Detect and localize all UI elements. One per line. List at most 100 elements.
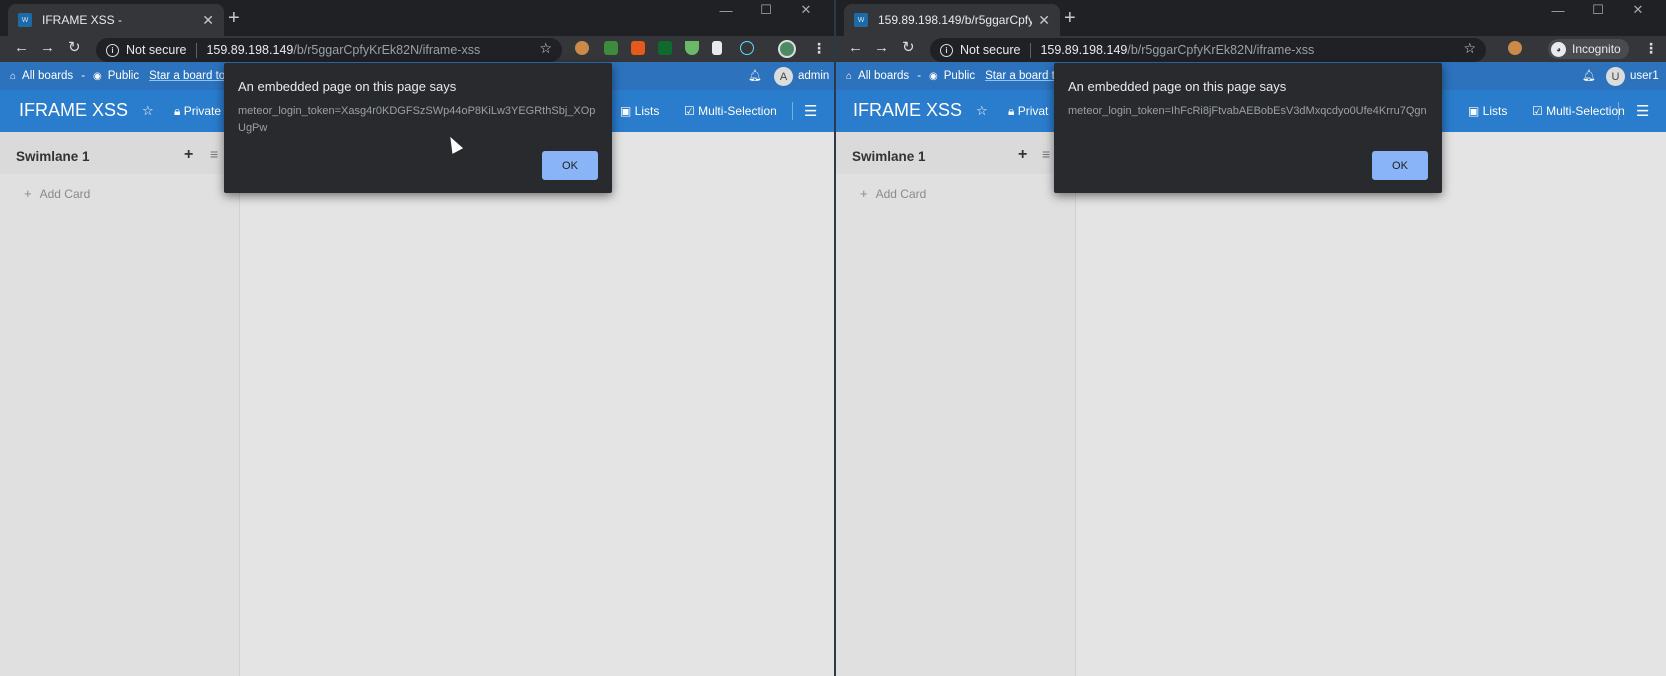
minimize-icon[interactable]: — xyxy=(1538,3,1578,18)
lists-area xyxy=(1076,132,1666,676)
alert-dialog: An embedded page on this page says meteo… xyxy=(1054,63,1442,193)
avatar[interactable]: U xyxy=(1606,67,1625,86)
swimlane-title[interactable]: Swimlane 1 xyxy=(16,149,90,164)
star-board-icon[interactable]: ☆ xyxy=(976,103,988,119)
reload-icon[interactable]: ↻ xyxy=(68,39,81,57)
funnel-extension-icon[interactable] xyxy=(685,41,699,55)
user-name[interactable]: admin xyxy=(798,70,829,82)
board-title[interactable]: IFRAME XSS xyxy=(853,100,962,121)
forward-icon[interactable]: → xyxy=(40,39,55,57)
add-card-button[interactable]: + Add Card xyxy=(24,186,90,201)
multi-selection-label: Multi-Selection xyxy=(1546,104,1625,118)
address-bar[interactable]: i Not secure 159.89.198.149 /b/r5ggarCpf… xyxy=(930,38,1486,62)
browser-tab[interactable]: W IFRAME XSS - ✕ xyxy=(8,4,224,36)
address-bar[interactable]: i Not secure 159.89.198.149 /b/r5ggarCpf… xyxy=(96,38,562,62)
url-separator xyxy=(196,42,198,58)
hamburger-menu-icon[interactable]: ☰ xyxy=(1636,102,1649,120)
swimlane-header: Swimlane 1 + ≡ xyxy=(0,132,240,174)
star-board-icon[interactable]: ☆ xyxy=(142,103,154,119)
close-window-icon[interactable]: ✕ xyxy=(786,2,826,18)
avatar[interactable]: A xyxy=(774,67,793,86)
browser-menu-icon[interactable]: ⋮ xyxy=(812,40,826,57)
add-list-icon[interactable]: + xyxy=(184,146,193,164)
close-tab-icon[interactable]: ✕ xyxy=(1038,12,1050,29)
window-controls: — ☐ ✕ xyxy=(706,2,826,18)
cookie-extension-icon[interactable] xyxy=(1508,41,1522,55)
swimlane-title[interactable]: Swimlane 1 xyxy=(852,149,926,164)
hamburger-menu-icon[interactable]: ☰ xyxy=(804,102,817,120)
not-secure-label: Not secure xyxy=(960,43,1021,57)
ok-button[interactable]: OK xyxy=(542,151,598,180)
all-boards-link[interactable]: All boards xyxy=(858,70,909,82)
percent-extension-icon[interactable] xyxy=(631,41,645,55)
new-tab-icon[interactable]: + xyxy=(1064,8,1076,28)
swimlane-menu-icon[interactable]: ≡ xyxy=(210,146,218,162)
bell-icon[interactable]: 🔔︎ xyxy=(748,69,762,82)
header-separator: - xyxy=(81,70,86,82)
lists-label: Lists xyxy=(1482,104,1508,118)
info-icon[interactable]: i xyxy=(940,43,953,57)
home-icon: ⌂ xyxy=(846,70,853,82)
add-card-label: Add Card xyxy=(39,187,91,201)
react-extension-icon[interactable] xyxy=(740,41,754,55)
browser-tab[interactable]: W 159.89.198.149/b/r5ggarCpfyKrEk ✕ xyxy=(844,4,1060,36)
plus-icon: + xyxy=(860,186,868,201)
bookmark-star-icon[interactable]: ☆ xyxy=(1463,40,1476,57)
header-separator: - xyxy=(917,70,922,82)
swimlane-header: Swimlane 1 + ≡ xyxy=(836,132,1076,174)
cookie-extension-icon[interactable] xyxy=(575,41,589,55)
not-secure-label: Not secure xyxy=(126,43,187,57)
public-label[interactable]: Public xyxy=(108,70,139,82)
board-title[interactable]: IFRAME XSS xyxy=(19,100,128,121)
header-divider xyxy=(792,102,793,120)
browser-menu-icon[interactable]: ⋮ xyxy=(1644,40,1658,57)
wekan-favicon-icon: W xyxy=(854,13,868,27)
close-window-icon[interactable]: ✕ xyxy=(1618,2,1658,18)
green-extension-icon[interactable] xyxy=(658,41,672,55)
lists-view-button[interactable]: ▣ Lists xyxy=(620,104,659,118)
profile-avatar-icon[interactable] xyxy=(778,40,796,58)
new-tab-icon[interactable]: + xyxy=(228,8,240,28)
back-icon[interactable]: ← xyxy=(14,39,29,57)
add-card-button[interactable]: + Add Card xyxy=(860,186,926,201)
swimlane: Swimlane 1 + ≡ + Add Card xyxy=(836,132,1076,676)
reload-icon[interactable]: ↻ xyxy=(902,39,915,57)
browser-window-right: W 159.89.198.149/b/r5ggarCpfyKrEk ✕ + — … xyxy=(836,0,1666,676)
info-icon[interactable]: i xyxy=(106,43,119,57)
node-extension-icon[interactable] xyxy=(604,41,618,55)
tab-title: IFRAME XSS - xyxy=(42,13,123,27)
forward-icon[interactable]: → xyxy=(874,39,889,57)
dialog-message: meteor_login_token=Xasg4r0KDGFSzSWp44oP8… xyxy=(238,105,596,134)
lists-view-button[interactable]: ▣ Lists xyxy=(1468,104,1507,118)
add-list-icon[interactable]: + xyxy=(1018,146,1027,164)
url-path: /b/r5ggarCpfyKrEk82N/iframe-xss xyxy=(1127,43,1315,57)
globe-icon: ◉ xyxy=(929,70,938,82)
back-icon[interactable]: ← xyxy=(848,39,863,57)
maximize-icon[interactable]: ☐ xyxy=(746,2,786,18)
browser-toolbar: ← → ↻ i Not secure 159.89.198.149 /b/r5g… xyxy=(836,36,1666,62)
minimize-icon[interactable]: — xyxy=(706,3,746,18)
tab-strip: W IFRAME XSS - ✕ + — ☐ ✕ xyxy=(0,0,834,36)
incognito-badge[interactable]: ◕ Incognito xyxy=(1548,39,1629,59)
public-label[interactable]: Public xyxy=(944,70,975,82)
notepad-extension-icon[interactable] xyxy=(712,41,722,55)
lists-area xyxy=(240,132,834,676)
bell-icon[interactable]: 🔔︎ xyxy=(1582,69,1596,82)
board-visibility[interactable]: 🔒︎ Privat xyxy=(1008,104,1048,119)
all-boards-link[interactable]: All boards xyxy=(22,70,73,82)
user-name[interactable]: user1 xyxy=(1630,70,1659,82)
bookmark-star-icon[interactable]: ☆ xyxy=(539,40,552,57)
browser-toolbar: ← → ↻ i Not secure 159.89.198.149 /b/r5g… xyxy=(0,36,834,62)
ok-button[interactable]: OK xyxy=(1372,151,1428,180)
tab-title: 159.89.198.149/b/r5ggarCpfyKrEk xyxy=(878,13,1033,27)
multi-selection-button[interactable]: ☑ Multi-Selection xyxy=(1532,104,1625,118)
url-path: /b/r5ggarCpfyKrEk82N/iframe-xss xyxy=(293,43,481,57)
add-card-label: Add Card xyxy=(875,187,927,201)
board-visibility[interactable]: 🔒︎ Private xyxy=(174,104,221,119)
dialog-title: An embedded page on this page says xyxy=(238,79,457,94)
maximize-icon[interactable]: ☐ xyxy=(1578,2,1618,18)
close-tab-icon[interactable]: ✕ xyxy=(202,12,214,29)
multi-selection-button[interactable]: ☑ Multi-Selection xyxy=(684,104,777,118)
swimlane-menu-icon[interactable]: ≡ xyxy=(1042,146,1050,162)
header-divider xyxy=(1618,102,1619,120)
